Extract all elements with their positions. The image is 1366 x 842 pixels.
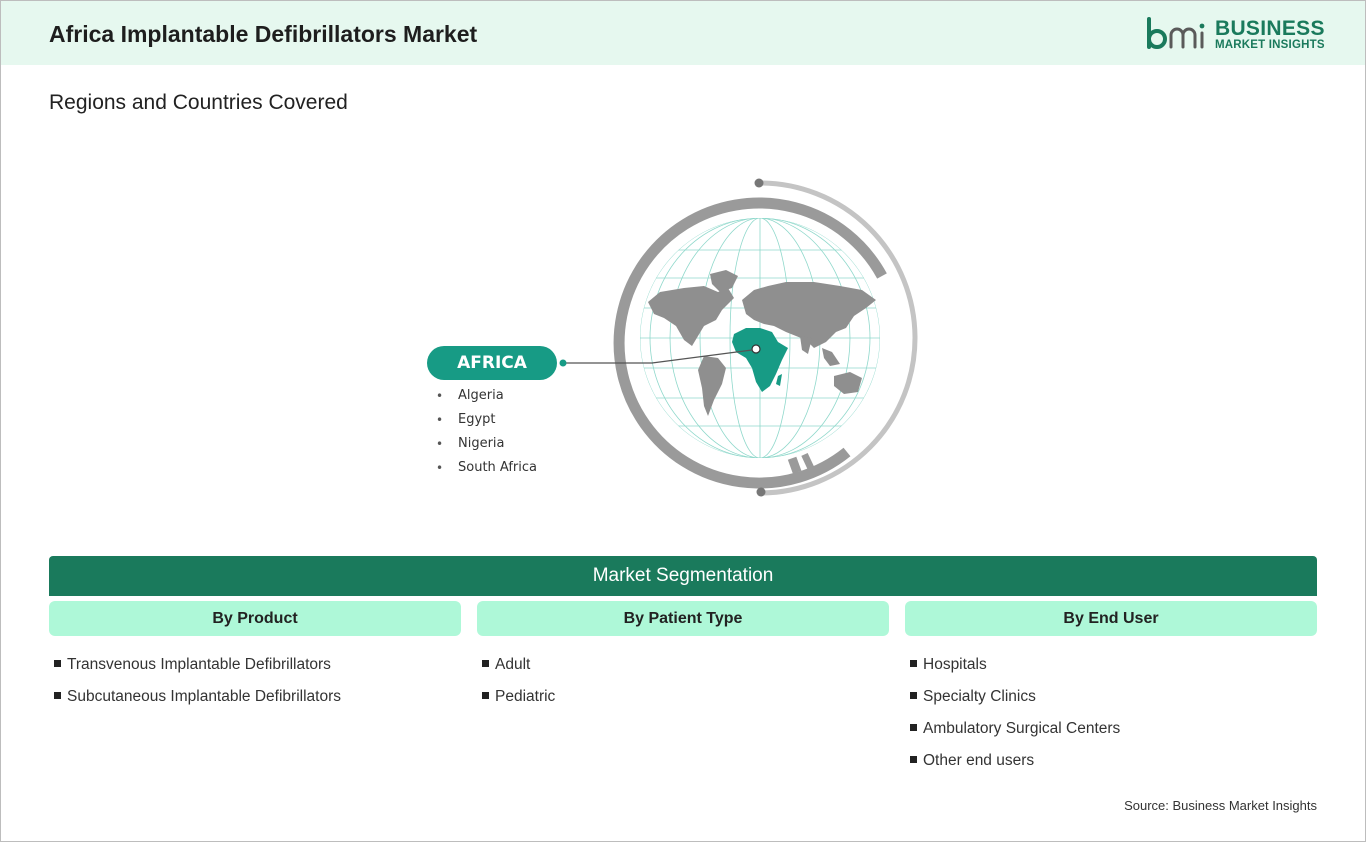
square-bullet-icon [910,692,917,699]
regions-subtitle: Regions and Countries Covered [49,91,348,114]
square-bullet-icon [910,756,917,763]
segment-column-product: By Product Transvenous Implantable Defib… [49,601,461,719]
list-item-label: Specialty Clinics [923,688,1036,705]
logo-word-insights: MARKET INSIGHTS [1215,39,1325,51]
list-item: Nigeria [436,435,537,459]
list-item: Adult [482,655,889,687]
bmi-logo-icon [1147,17,1205,49]
region-connector-line [559,349,753,367]
list-item-label: Adult [495,656,531,673]
list-item: Specialty Clinics [910,687,1317,719]
segment-column-patient-type: By Patient Type Adult Pediatric [477,601,889,719]
segment-items: Adult Pediatric [477,655,889,719]
list-item: Subcutaneous Implantable Defibrillators [54,687,461,719]
brand-logo: BUSINESS MARKET INSIGHTS [1145,15,1325,55]
list-item: Ambulatory Surgical Centers [910,719,1317,751]
list-item: Pediatric [482,687,889,719]
country-list: Algeria Egypt Nigeria South Africa [436,387,537,483]
segment-items: Transvenous Implantable Defibrillators S… [49,655,461,719]
list-item: Other end users [910,751,1317,783]
segmentation-banner: Market Segmentation [49,556,1317,596]
page-title: Africa Implantable Defibrillators Market [49,21,478,47]
square-bullet-icon [482,660,489,667]
list-item: Egypt [436,411,537,435]
list-item-label: Pediatric [495,688,556,705]
segment-heading: By End User [905,601,1317,636]
list-item: South Africa [436,459,537,483]
square-bullet-icon [910,660,917,667]
list-item: Algeria [436,387,537,411]
list-item-label: Subcutaneous Implantable Defibrillators [67,688,341,705]
logo-word-business: BUSINESS [1215,17,1325,40]
list-item-label: Other end users [923,752,1035,769]
segment-column-end-user: By End User Hospitals Specialty Clinics … [905,601,1317,783]
list-item: Transvenous Implantable Defibrillators [54,655,461,687]
square-bullet-icon [482,692,489,699]
source-note: Source: Business Market Insights [1124,798,1317,813]
square-bullet-icon [54,660,61,667]
list-item: Hospitals [910,655,1317,687]
list-item-label: Hospitals [923,656,987,673]
square-bullet-icon [910,724,917,731]
region-label-africa: AFRICA [427,346,557,380]
segment-heading: By Patient Type [477,601,889,636]
segment-items: Hospitals Specialty Clinics Ambulatory S… [905,655,1317,783]
segment-heading: By Product [49,601,461,636]
header-bar: Africa Implantable Defibrillators Market… [1,1,1365,65]
list-item-label: Ambulatory Surgical Centers [923,720,1121,737]
square-bullet-icon [54,692,61,699]
list-item-label: Transvenous Implantable Defibrillators [67,656,331,673]
